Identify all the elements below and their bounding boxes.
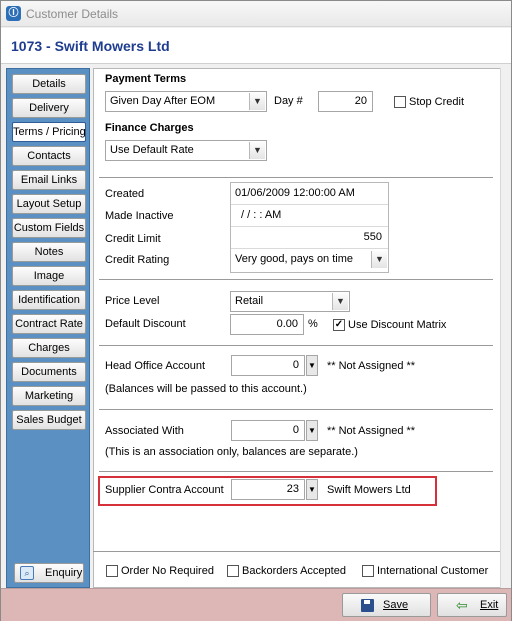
created-label: Created bbox=[105, 188, 145, 200]
head-office-name: ** Not Assigned ** bbox=[327, 360, 416, 372]
customer-details-window: Ⓘ Customer Details 1073 - Swift Mowers L… bbox=[0, 0, 512, 621]
use-discount-matrix-checkbox[interactable]: ✓ bbox=[333, 319, 345, 331]
made-inactive-label: Made Inactive bbox=[105, 210, 174, 222]
associated-name: ** Not Assigned ** bbox=[327, 425, 416, 437]
credit-limit-input[interactable]: 550 bbox=[231, 227, 388, 249]
sidebar-item-identification[interactable]: Identification bbox=[12, 290, 86, 310]
default-discount-label: Default Discount bbox=[105, 318, 186, 330]
chevron-down-icon: ▼ bbox=[249, 142, 265, 159]
sidebar-item-marketing[interactable]: Marketing bbox=[12, 386, 86, 406]
stop-credit-checkbox[interactable] bbox=[394, 96, 406, 108]
backorders-accepted-label: Backorders Accepted bbox=[242, 565, 346, 577]
created-value: 01/06/2009 12:00:00 AM bbox=[231, 183, 388, 205]
associated-with-label: Associated With bbox=[105, 425, 184, 437]
chevron-down-icon: ▼ bbox=[371, 251, 387, 268]
header: 1073 - Swift Mowers Ltd bbox=[1, 28, 511, 64]
divider bbox=[93, 551, 500, 552]
divider bbox=[99, 409, 493, 410]
chevron-down-icon: ▼ bbox=[332, 293, 348, 310]
exit-button[interactable]: ⇦ Exit bbox=[437, 593, 507, 617]
finance-charges-select[interactable]: Use Default Rate ▼ bbox=[105, 140, 267, 161]
head-office-lookup-button[interactable]: ▼ bbox=[306, 355, 318, 376]
credit-rating-label: Credit Rating bbox=[105, 254, 170, 266]
vertical-scrollbar[interactable] bbox=[500, 68, 509, 588]
associated-with-input[interactable]: 0 bbox=[231, 420, 305, 441]
day-label: Day # bbox=[274, 95, 303, 107]
chevron-down-icon: ▼ bbox=[249, 93, 265, 110]
backorders-accepted-checkbox[interactable] bbox=[227, 565, 239, 577]
sidebar-item-contacts[interactable]: Contacts bbox=[12, 146, 86, 166]
sidebar-item-custom-fields[interactable]: Custom Fields bbox=[12, 218, 86, 238]
made-inactive-input[interactable]: / / : : AM bbox=[231, 205, 388, 227]
supplier-contra-input[interactable]: 23 bbox=[231, 479, 305, 500]
use-discount-matrix-label: Use Discount Matrix bbox=[348, 319, 447, 331]
payment-terms-select[interactable]: Given Day After EOM ▼ bbox=[105, 91, 267, 112]
day-number-input[interactable]: 20 bbox=[318, 91, 373, 112]
title-bar: Ⓘ Customer Details bbox=[1, 1, 511, 27]
save-icon bbox=[361, 599, 374, 612]
head-office-label: Head Office Account bbox=[105, 360, 206, 372]
enquiry-button[interactable]: ⌕ Enquiry bbox=[14, 563, 84, 583]
divider bbox=[99, 279, 493, 280]
head-office-note: (Balances will be passed to this account… bbox=[105, 383, 307, 395]
payment-terms-heading: Payment Terms bbox=[105, 73, 187, 85]
credit-limit-label: Credit Limit bbox=[105, 233, 161, 245]
enquiry-label: Enquiry bbox=[45, 567, 83, 579]
divider bbox=[99, 345, 493, 346]
international-customer-label: International Customer bbox=[377, 565, 489, 577]
sidebar-item-notes[interactable]: Notes bbox=[12, 242, 86, 262]
supplier-contra-name: Swift Mowers Ltd bbox=[327, 484, 411, 496]
enquiry-icon: ⌕ bbox=[20, 566, 34, 580]
price-level-value: Retail bbox=[235, 295, 264, 307]
credit-rating-value: Very good, pays on time bbox=[235, 253, 354, 265]
sidebar-item-documents[interactable]: Documents bbox=[12, 362, 86, 382]
sidebar-item-contract-rate[interactable]: Contract Rate bbox=[12, 314, 86, 334]
supplier-contra-lookup-button[interactable]: ▼ bbox=[306, 479, 318, 500]
international-customer-checkbox[interactable] bbox=[362, 565, 374, 577]
finance-charges-value: Use Default Rate bbox=[110, 144, 194, 156]
price-level-select[interactable]: Retail ▼ bbox=[230, 291, 350, 312]
percent-symbol: % bbox=[308, 318, 318, 330]
sidebar-item-charges[interactable]: Charges bbox=[12, 338, 86, 358]
payment-terms-value: Given Day After EOM bbox=[110, 95, 216, 107]
window-title: Customer Details bbox=[26, 7, 119, 21]
sidebar-item-details[interactable]: Details bbox=[12, 74, 86, 94]
app-icon: Ⓘ bbox=[6, 6, 21, 21]
price-level-label: Price Level bbox=[105, 295, 160, 307]
save-label: Save bbox=[383, 599, 409, 611]
sidebar-item-delivery[interactable]: Delivery bbox=[12, 98, 86, 118]
sidebar-item-layout-setup[interactable]: Layout Setup bbox=[12, 194, 86, 214]
order-no-required-checkbox[interactable] bbox=[106, 565, 118, 577]
default-discount-input[interactable]: 0.00 bbox=[230, 314, 304, 335]
divider bbox=[99, 177, 493, 178]
save-button[interactable]: Save bbox=[342, 593, 431, 617]
supplier-contra-label: Supplier Contra Account bbox=[105, 484, 224, 496]
customer-title: 1073 - Swift Mowers Ltd bbox=[11, 38, 170, 54]
associated-lookup-button[interactable]: ▼ bbox=[306, 420, 318, 441]
stop-credit-label: Stop Credit bbox=[409, 96, 465, 108]
exit-label: Exit bbox=[480, 599, 499, 611]
divider bbox=[99, 471, 493, 472]
bottom-bar: Save ⇦ Exit bbox=[1, 588, 511, 621]
sidebar-item-sales-budget[interactable]: Sales Budget bbox=[12, 410, 86, 430]
sidebar-item-image[interactable]: Image bbox=[12, 266, 86, 286]
sidebar-item-terms-pricing[interactable]: Terms / Pricing bbox=[12, 122, 86, 142]
account-info-grid: 01/06/2009 12:00:00 AM / / : : AM 550 Ve… bbox=[230, 182, 389, 273]
head-office-input[interactable]: 0 bbox=[231, 355, 305, 376]
exit-icon: ⇦ bbox=[456, 597, 468, 613]
associated-note: (This is an association only, balances a… bbox=[105, 446, 358, 458]
credit-rating-select[interactable]: Very good, pays on time ▼ bbox=[231, 249, 388, 271]
sidebar: Details Delivery Terms / Pricing Contact… bbox=[6, 68, 90, 588]
finance-charges-heading: Finance Charges bbox=[105, 122, 194, 134]
order-no-required-label: Order No Required bbox=[121, 565, 214, 577]
sidebar-item-email-links[interactable]: Email Links bbox=[12, 170, 86, 190]
